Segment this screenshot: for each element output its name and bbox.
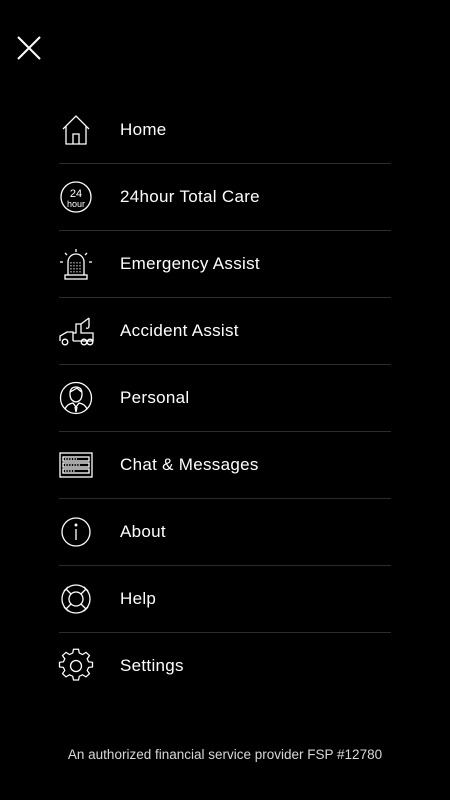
- chat-icon: [59, 448, 93, 482]
- home-icon: [59, 113, 93, 147]
- menu-label-personal: Personal: [120, 388, 190, 407]
- menu-label-settings: Settings: [120, 656, 184, 675]
- gear-icon: [58, 648, 94, 683]
- tow-truck-icon: [59, 314, 94, 348]
- 24hour-icon-word: hour: [67, 199, 85, 209]
- menu-item-home[interactable]: Home: [59, 97, 391, 164]
- 24hour-icon: 24 hour: [59, 180, 93, 214]
- close-button[interactable]: [12, 31, 46, 65]
- menu-label-chat-messages: Chat & Messages: [120, 455, 259, 474]
- menu-label-24hour-total-care: 24hour Total Care: [120, 187, 260, 206]
- menu-label-accident-assist: Accident Assist: [120, 321, 239, 340]
- menu-item-about[interactable]: About: [59, 499, 391, 566]
- close-icon: [17, 36, 41, 60]
- menu-label-home: Home: [120, 120, 167, 139]
- menu-item-24hour-total-care[interactable]: 24 hour 24hour Total Care: [59, 164, 391, 231]
- info-icon: [59, 515, 93, 549]
- menu-label-help: Help: [120, 589, 157, 608]
- menu-item-emergency-assist[interactable]: Emergency Assist: [59, 231, 391, 298]
- lifebuoy-icon: [59, 582, 93, 616]
- menu-label-emergency-assist: Emergency Assist: [120, 254, 260, 273]
- menu-label-about: About: [120, 522, 166, 541]
- menu-item-settings[interactable]: Settings: [58, 633, 391, 699]
- menu-item-accident-assist[interactable]: Accident Assist: [59, 298, 391, 365]
- person-icon: [59, 381, 93, 415]
- side-menu: Home 24 hour 24hour Total Care Emergency…: [58, 97, 391, 699]
- menu-item-personal[interactable]: Personal: [59, 365, 391, 432]
- footer-disclaimer: An authorized financial service provider…: [67, 747, 383, 762]
- menu-item-chat-messages[interactable]: Chat & Messages: [59, 432, 391, 499]
- menu-item-help[interactable]: Help: [59, 566, 391, 633]
- siren-icon: [59, 247, 93, 281]
